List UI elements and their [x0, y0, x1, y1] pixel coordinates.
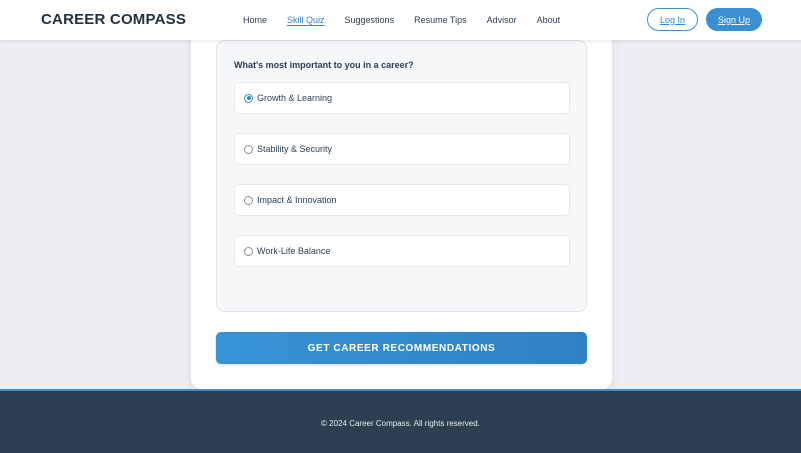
option-label: Stability & Security: [257, 144, 333, 154]
option-label: Work-Life Balance: [257, 246, 331, 256]
question-panel: [216, 40, 587, 312]
site-logo[interactable]: CAREER COMPASS: [41, 11, 186, 28]
nav-link-suggestions[interactable]: Suggestions: [345, 15, 395, 25]
nav-link-resume-tips[interactable]: Resume Tips: [414, 15, 467, 25]
question-text: What's most important to you in a career…: [234, 60, 414, 70]
radio-icon[interactable]: [244, 246, 253, 256]
navbar: CAREER COMPASS Home Skill Quiz Suggestio…: [0, 0, 801, 40]
nav-link-home[interactable]: Home: [243, 15, 267, 25]
option-work-life-balance[interactable]: Work-Life Balance: [234, 235, 570, 267]
login-button[interactable]: Log In: [647, 8, 698, 31]
nav-link-about[interactable]: About: [537, 15, 561, 25]
option-impact-innovation[interactable]: Impact & Innovation: [234, 184, 570, 216]
signup-button[interactable]: Sign Up: [706, 8, 762, 31]
nav-link-advisor[interactable]: Advisor: [487, 15, 517, 25]
option-growth-learning[interactable]: Growth & Learning: [234, 82, 570, 114]
option-stability-security[interactable]: Stability & Security: [234, 133, 570, 165]
nav-links: Home Skill Quiz Suggestions Resume Tips …: [243, 15, 580, 25]
nav-link-skill-quiz[interactable]: Skill Quiz: [287, 15, 325, 25]
footer: © 2024 Career Compass. All rights reserv…: [0, 389, 801, 453]
get-recommendations-button[interactable]: GET CAREER RECOMMENDATIONS: [216, 332, 587, 364]
radio-icon[interactable]: [244, 144, 253, 154]
option-label: Impact & Innovation: [257, 195, 337, 205]
option-label: Growth & Learning: [257, 93, 333, 103]
radio-selected-icon[interactable]: [244, 93, 253, 103]
footer-copyright: © 2024 Career Compass. All rights reserv…: [321, 419, 480, 428]
radio-icon[interactable]: [244, 195, 253, 205]
